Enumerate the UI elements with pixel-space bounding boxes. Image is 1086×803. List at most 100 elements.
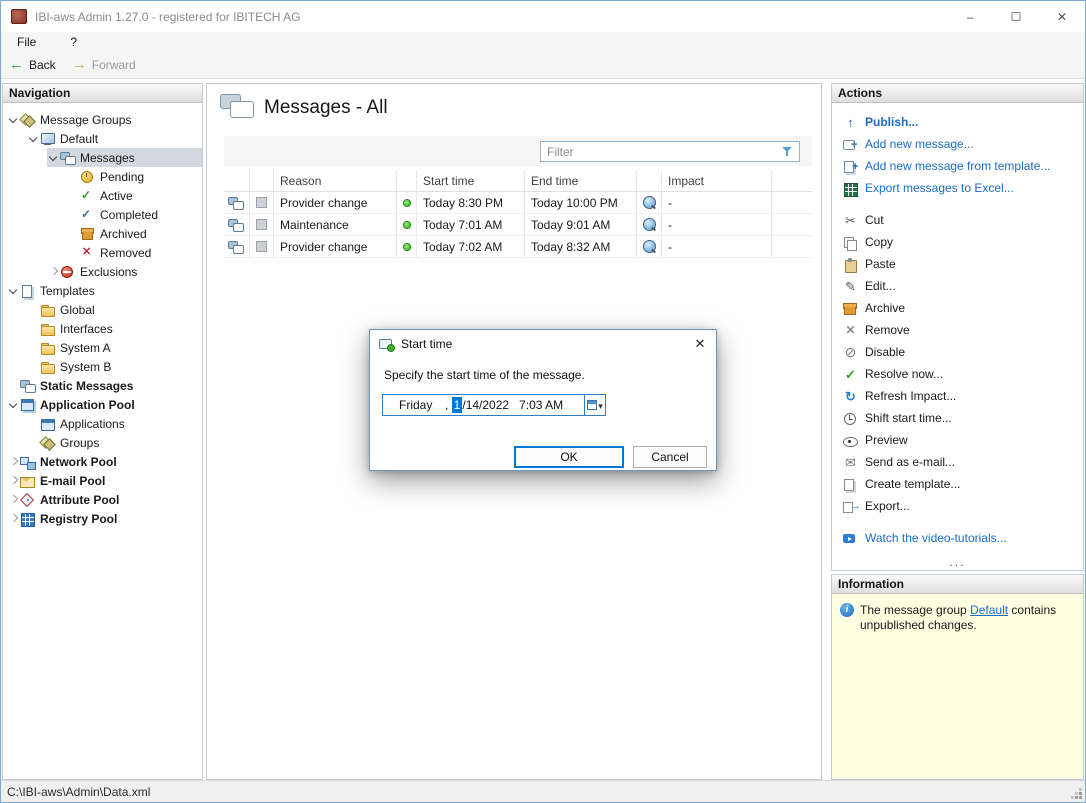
- tree-item-applications[interactable]: Applications: [3, 414, 202, 433]
- chevron-down-icon[interactable]: [27, 132, 40, 145]
- tree-item-message-groups[interactable]: Message Groups: [3, 110, 202, 129]
- tree-item-templates[interactable]: Templates: [3, 281, 202, 300]
- action-edit[interactable]: Edit...: [842, 275, 1079, 297]
- action-paste[interactable]: Paste: [842, 253, 1079, 275]
- tree-item-body[interactable]: Templates: [7, 281, 202, 300]
- tree-item-body[interactable]: Applications: [27, 414, 202, 433]
- chevron-right-icon[interactable]: [7, 493, 20, 506]
- datetime-day-segment[interactable]: Friday: [399, 398, 445, 412]
- datetime-month-segment[interactable]: 1: [451, 397, 463, 413]
- column-header-6[interactable]: [637, 170, 662, 191]
- action-refresh-impact[interactable]: Refresh Impact...: [842, 385, 1079, 407]
- tree-item-static-messages[interactable]: Static Messages: [3, 376, 202, 395]
- minimize-button[interactable]: –: [947, 1, 993, 32]
- tree-item-groups[interactable]: Groups: [3, 433, 202, 452]
- filter-funnel-icon[interactable]: [781, 145, 793, 158]
- tree-item-default[interactable]: Default: [3, 129, 202, 148]
- action-export-messages-to-excel[interactable]: Export messages to Excel...: [842, 177, 1079, 199]
- action-archive[interactable]: Archive: [842, 297, 1079, 319]
- tree-item-e-mail-pool[interactable]: E-mail Pool: [3, 471, 202, 490]
- action-export[interactable]: Export...: [842, 495, 1079, 517]
- actions-overflow[interactable]: ...: [832, 555, 1083, 569]
- default-group-link[interactable]: Default: [970, 603, 1008, 617]
- datetime-dropdown-button[interactable]: [584, 395, 605, 415]
- tree-item-system-a[interactable]: System A: [3, 338, 202, 357]
- dialog-close-button[interactable]: ✕: [684, 330, 716, 357]
- menu-file[interactable]: File: [13, 34, 40, 50]
- chevron-right-icon[interactable]: [47, 265, 60, 278]
- tree-item-registry-pool[interactable]: Registry Pool: [3, 509, 202, 528]
- tree-item-attribute-pool[interactable]: Attribute Pool: [3, 490, 202, 509]
- tree-item-body[interactable]: Attribute Pool: [7, 490, 202, 509]
- tree-item-active[interactable]: Active: [3, 186, 202, 205]
- close-button[interactable]: ✕: [1039, 1, 1085, 32]
- tree-item-body[interactable]: Messages: [47, 148, 202, 167]
- tree-item-network-pool[interactable]: Network Pool: [3, 452, 202, 471]
- chevron-right-icon[interactable]: [7, 455, 20, 468]
- tree-item-body[interactable]: Global: [27, 300, 202, 319]
- action-create-template[interactable]: Create template...: [842, 473, 1079, 495]
- column-header-end-time[interactable]: End time: [525, 170, 637, 191]
- tree-item-body[interactable]: Static Messages: [7, 376, 202, 395]
- column-header-0[interactable]: [224, 170, 250, 191]
- chevron-right-icon[interactable]: [7, 474, 20, 487]
- tree-item-body[interactable]: Interfaces: [27, 319, 202, 338]
- datetime-picker[interactable]: Friday , 1 /14/2022 7:03 AM: [382, 394, 606, 416]
- dialog-titlebar[interactable]: Start time ✕: [370, 330, 716, 357]
- table-row[interactable]: Provider change Today 8:30 PM Today 10:00 …: [224, 192, 812, 214]
- tree-item-exclusions[interactable]: Exclusions: [3, 262, 202, 281]
- tree-item-application-pool[interactable]: Application Pool: [3, 395, 202, 414]
- column-header-1[interactable]: [250, 170, 274, 191]
- tree-item-body[interactable]: Groups: [27, 433, 202, 452]
- tree-item-body[interactable]: E-mail Pool: [7, 471, 202, 490]
- tree-item-archived[interactable]: Archived: [3, 224, 202, 243]
- action-copy[interactable]: Copy: [842, 231, 1079, 253]
- tree-item-global[interactable]: Global: [3, 300, 202, 319]
- column-header-reason[interactable]: Reason: [274, 170, 397, 191]
- menu-help[interactable]: ?: [66, 34, 81, 50]
- chevron-down-icon[interactable]: [7, 113, 20, 126]
- tree-item-body[interactable]: Registry Pool: [7, 509, 202, 528]
- action-preview[interactable]: Preview: [842, 429, 1079, 451]
- tree-item-removed[interactable]: Removed: [3, 243, 202, 262]
- tree-item-body[interactable]: Active: [67, 186, 202, 205]
- tree-item-body[interactable]: Message Groups: [7, 110, 202, 129]
- forward-button[interactable]: Forward: [72, 58, 136, 72]
- tree-item-pending[interactable]: Pending: [3, 167, 202, 186]
- tree-item-messages[interactable]: Messages: [3, 148, 202, 167]
- action-publish[interactable]: Publish...: [842, 111, 1079, 133]
- tree-item-body[interactable]: System A: [27, 338, 202, 357]
- resize-grip[interactable]: [1079, 796, 1082, 799]
- action-add-new-message[interactable]: Add new message...: [842, 133, 1079, 155]
- maximize-button[interactable]: ☐: [993, 1, 1039, 32]
- titlebar[interactable]: IBI-aws Admin 1.27.0 - registered for IB…: [1, 1, 1085, 32]
- action-add-new-message-from-template[interactable]: Add new message from template...: [842, 155, 1079, 177]
- table-row[interactable]: Maintenance Today 7:01 AM Today 9:01 AM -: [224, 214, 812, 236]
- column-header-impact[interactable]: Impact: [662, 170, 772, 191]
- action-disable[interactable]: Disable: [842, 341, 1079, 363]
- action-send-as-e-mail[interactable]: Send as e-mail...: [842, 451, 1079, 473]
- tree-item-body[interactable]: System B: [27, 357, 202, 376]
- datetime-date-segment[interactable]: /14/2022: [462, 398, 509, 412]
- back-button[interactable]: Back: [9, 58, 56, 72]
- cancel-button[interactable]: Cancel: [633, 446, 707, 468]
- chevron-down-icon[interactable]: [47, 151, 60, 164]
- filter-box[interactable]: [540, 141, 800, 162]
- column-header-3[interactable]: [397, 170, 417, 191]
- tree-item-body[interactable]: Pending: [67, 167, 202, 186]
- row-checkbox[interactable]: [256, 219, 267, 230]
- tree-item-system-b[interactable]: System B: [3, 357, 202, 376]
- tree-item-body[interactable]: Network Pool: [7, 452, 202, 471]
- row-checkbox[interactable]: [256, 197, 267, 208]
- tree-item-body[interactable]: Completed: [67, 205, 202, 224]
- action-cut[interactable]: Cut: [842, 209, 1079, 231]
- chevron-down-icon[interactable]: [7, 398, 20, 411]
- tree-item-completed[interactable]: Completed: [3, 205, 202, 224]
- row-checkbox[interactable]: [256, 241, 267, 252]
- action-shift-start-time[interactable]: Shift start time...: [842, 407, 1079, 429]
- column-header-start-time[interactable]: Start time: [417, 170, 525, 191]
- chevron-right-icon[interactable]: [7, 512, 20, 525]
- action-remove[interactable]: Remove: [842, 319, 1079, 341]
- ok-button[interactable]: OK: [514, 446, 624, 468]
- table-row[interactable]: Provider change Today 7:02 AM Today 8:32 A…: [224, 236, 812, 258]
